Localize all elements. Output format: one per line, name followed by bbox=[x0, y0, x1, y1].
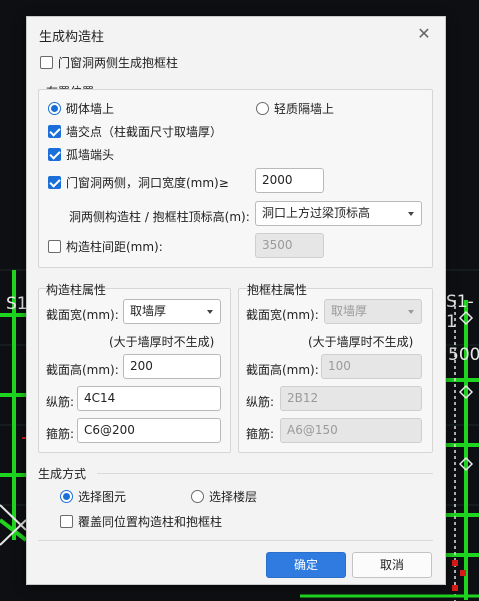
cc-long-rebar-input[interactable]: 4C14 bbox=[77, 386, 221, 411]
wall-intersection-checkbox[interactable] bbox=[48, 125, 61, 138]
isolated-wall-end-label: 孤墙端头 bbox=[66, 148, 115, 162]
cc-section-height-input[interactable]: 200 bbox=[123, 354, 221, 379]
top-elevation-select[interactable]: 洞口上方过梁顶标高 bbox=[255, 201, 422, 226]
ec-section-width-select[interactable]: 取墙厚 bbox=[324, 299, 422, 324]
column-spacing-row[interactable]: 构造柱间距(mm): bbox=[48, 238, 163, 255]
radio-select-element-row[interactable]: 选择图元 bbox=[60, 488, 126, 505]
chevron-down-icon bbox=[408, 310, 414, 314]
generate-construct-column-dialog: 生成构造柱 ✕ 门窗洞两侧生成抱框柱 布置位置 砌体墙上 轻质隔墙上 墙交点（柱… bbox=[26, 16, 446, 585]
top-elevation-value: 洞口上方过梁顶标高 bbox=[262, 206, 371, 220]
top-elevation-label: 洞两侧构造柱 / 抱框柱顶标高(m): bbox=[69, 210, 250, 224]
wall-intersection-row[interactable]: 墙交点（柱截面尺寸取墙厚） bbox=[48, 123, 222, 140]
column-spacing-checkbox[interactable] bbox=[48, 240, 61, 253]
ec-section-width-value: 取墙厚 bbox=[331, 304, 368, 318]
isolated-wall-end-checkbox[interactable] bbox=[48, 148, 61, 161]
close-icon[interactable]: ✕ bbox=[415, 25, 433, 43]
cad-label-right-2: 500 bbox=[448, 345, 479, 365]
construct-column-title: 构造柱属性 bbox=[46, 283, 107, 297]
ec-long-rebar-input[interactable]: 2B12 bbox=[280, 386, 422, 411]
embrace-column-title: 抱框柱属性 bbox=[247, 283, 308, 297]
generate-method-title: 生成方式 bbox=[38, 467, 87, 481]
door-window-embrace-checkbox-row[interactable]: 门窗洞两侧生成抱框柱 bbox=[40, 54, 178, 71]
door-window-embrace-label: 门窗洞两侧生成抱框柱 bbox=[58, 56, 179, 70]
radio-masonry[interactable] bbox=[48, 102, 61, 115]
cc-section-height-label: 截面高(mm): bbox=[46, 363, 119, 377]
cad-label-right-1: S1-1 bbox=[446, 292, 474, 332]
door-window-sides-label: 门窗洞两侧，洞口宽度(mm)≥ bbox=[66, 176, 229, 190]
footer-divider bbox=[38, 540, 433, 541]
ok-button[interactable]: 确定 bbox=[266, 552, 346, 578]
ec-note: (大于墙厚时不生成) bbox=[308, 335, 414, 349]
overwrite-row[interactable]: 覆盖同位置构造柱和抱框柱 bbox=[60, 513, 222, 530]
cc-stirrup-input[interactable]: C6@200 bbox=[77, 418, 221, 443]
overwrite-checkbox[interactable] bbox=[60, 515, 73, 528]
cc-long-rebar-label: 纵筋: bbox=[46, 395, 75, 409]
radio-light-wall[interactable] bbox=[256, 102, 269, 115]
dialog-title: 生成构造柱 bbox=[39, 30, 105, 45]
radio-masonry-row[interactable]: 砌体墙上 bbox=[48, 100, 114, 117]
column-spacing-label: 构造柱间距(mm): bbox=[66, 240, 163, 254]
radio-select-floor-row[interactable]: 选择楼层 bbox=[191, 488, 257, 505]
ec-section-height-label: 截面高(mm): bbox=[246, 363, 319, 377]
chevron-down-icon bbox=[207, 310, 213, 314]
cc-section-width-value: 取墙厚 bbox=[130, 304, 167, 318]
column-spacing-input[interactable]: 3500 bbox=[255, 233, 324, 258]
ec-section-width-label: 截面宽(mm): bbox=[246, 308, 319, 322]
cc-stirrup-label: 箍筋: bbox=[46, 427, 75, 441]
ec-long-rebar-label: 纵筋: bbox=[246, 395, 275, 409]
cc-note: (大于墙厚时不生成) bbox=[109, 335, 215, 349]
door-window-embrace-checkbox[interactable] bbox=[40, 56, 53, 69]
isolated-wall-end-row[interactable]: 孤墙端头 bbox=[48, 146, 114, 163]
radio-masonry-label: 砌体墙上 bbox=[66, 102, 115, 116]
wall-intersection-label: 墙交点（柱截面尺寸取墙厚） bbox=[66, 125, 223, 139]
radio-light-wall-row[interactable]: 轻质隔墙上 bbox=[256, 100, 334, 117]
chevron-down-icon bbox=[408, 212, 414, 216]
opening-width-input[interactable]: 2000 bbox=[255, 168, 324, 193]
overwrite-label: 覆盖同位置构造柱和抱框柱 bbox=[78, 515, 223, 529]
radio-light-wall-label: 轻质隔墙上 bbox=[274, 102, 335, 116]
cad-label-left: S1 bbox=[6, 294, 28, 314]
cc-section-width-select[interactable]: 取墙厚 bbox=[123, 299, 221, 324]
door-window-sides-checkbox[interactable] bbox=[48, 176, 61, 189]
radio-select-element[interactable] bbox=[60, 490, 73, 503]
cc-section-width-label: 截面宽(mm): bbox=[46, 308, 119, 322]
ec-stirrup-input[interactable]: A6@150 bbox=[280, 418, 422, 443]
generate-method-divider bbox=[97, 473, 433, 474]
ec-section-height-input[interactable]: 100 bbox=[321, 354, 422, 379]
radio-select-element-label: 选择图元 bbox=[78, 490, 127, 504]
ec-stirrup-label: 箍筋: bbox=[246, 427, 275, 441]
cancel-button[interactable]: 取消 bbox=[352, 552, 432, 578]
radio-select-floor-label: 选择楼层 bbox=[209, 490, 258, 504]
door-window-sides-row[interactable]: 门窗洞两侧，洞口宽度(mm)≥ bbox=[48, 174, 229, 191]
radio-select-floor[interactable] bbox=[191, 490, 204, 503]
